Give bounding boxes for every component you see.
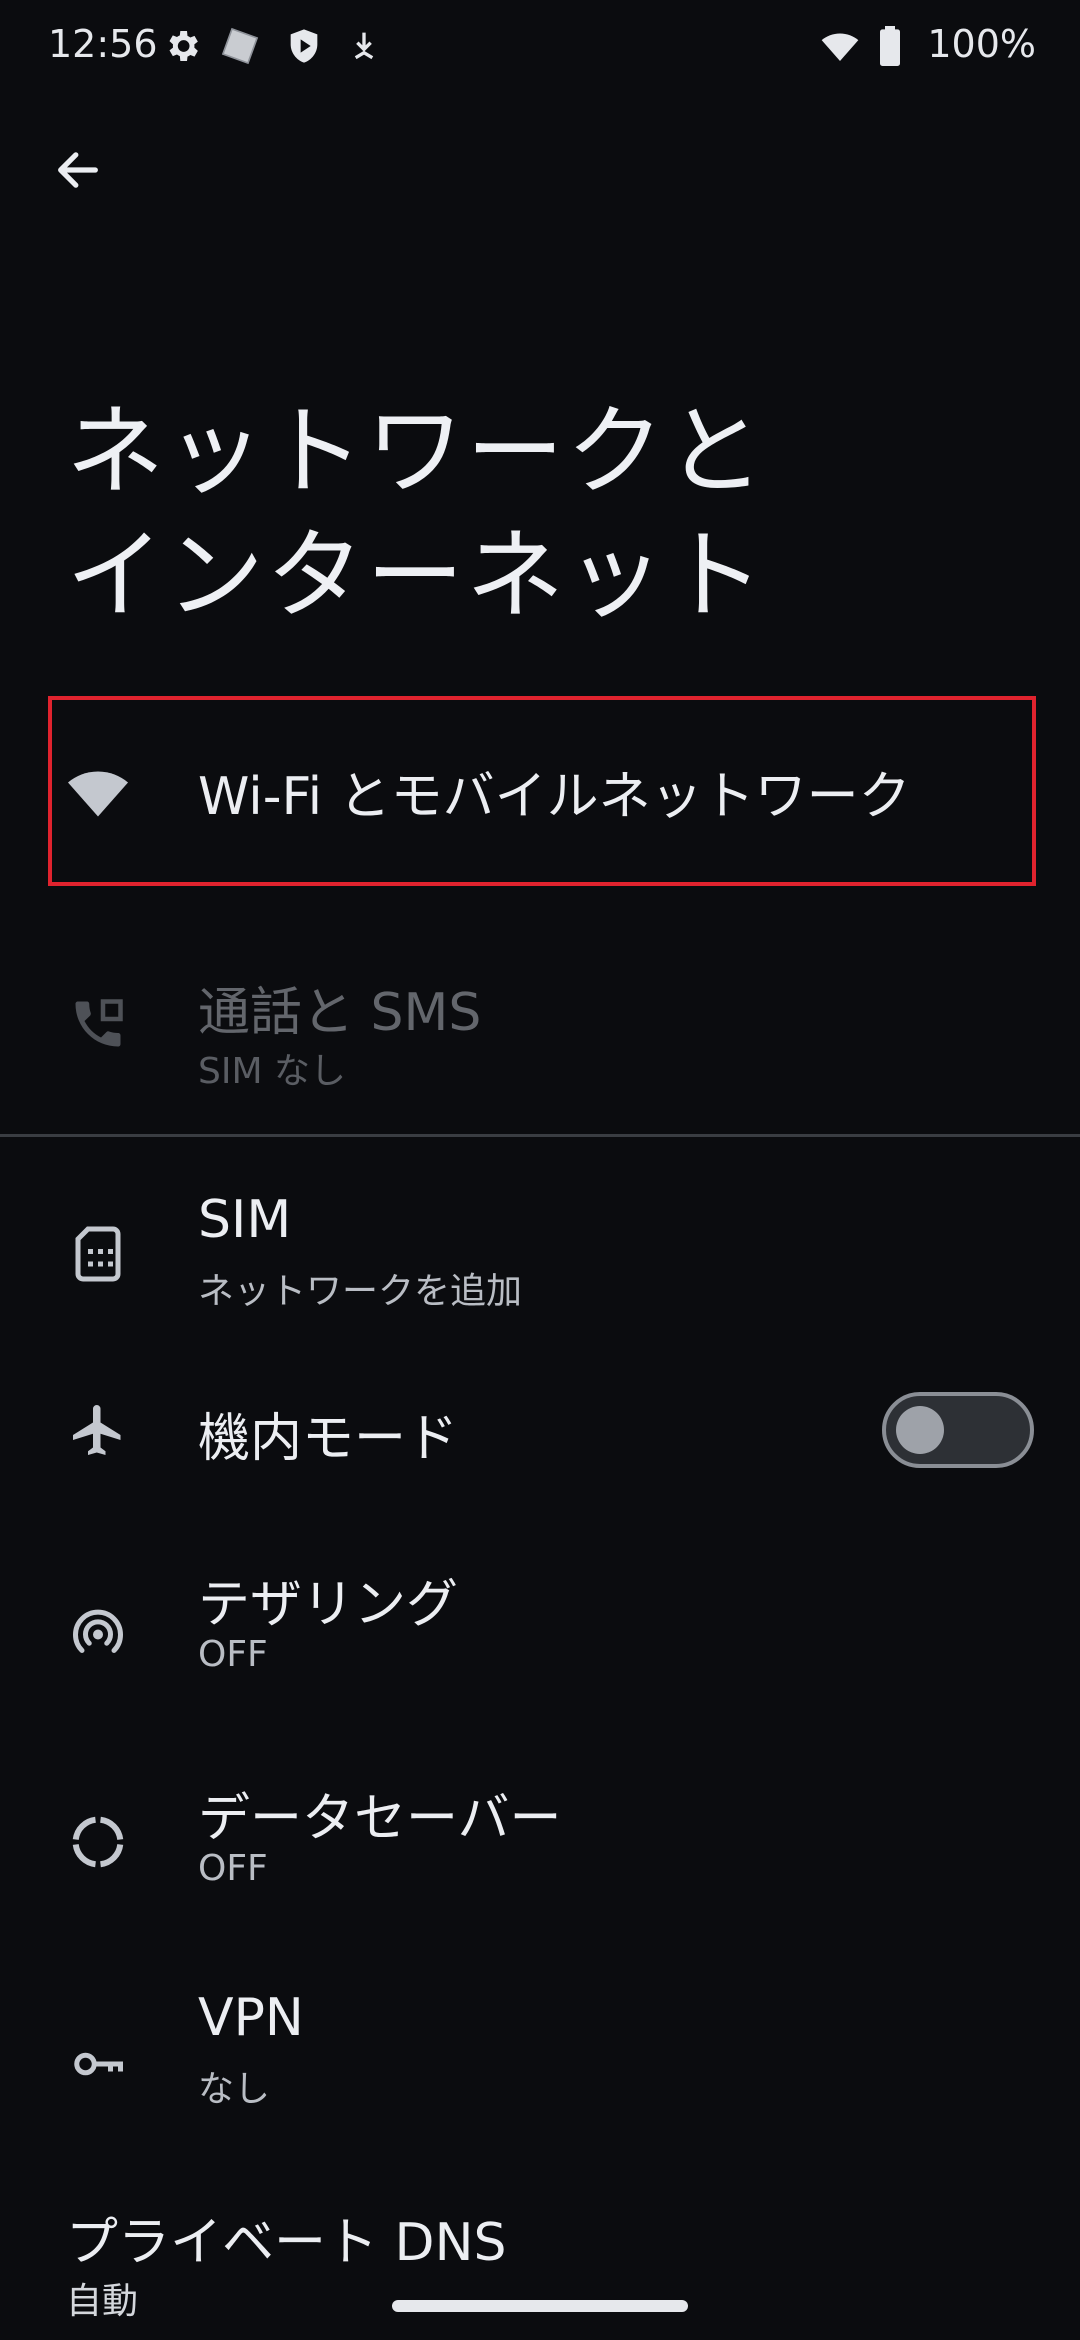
- gesture-nav-handle[interactable]: [392, 2300, 688, 2312]
- page-title-line1: ネットワークと: [66, 395, 767, 509]
- vpn-key-icon: [64, 2030, 132, 2098]
- page-title: ネットワークと インターネット: [66, 390, 1006, 638]
- airplane-mode-label: 機内モード: [198, 1409, 459, 1469]
- hotspot-icon: [64, 1598, 132, 1666]
- list-item-tethering[interactable]: テザリング OFF: [0, 1540, 1080, 1710]
- download-icon: [344, 26, 384, 66]
- list-item-private-dns[interactable]: プライベート DNS 自動: [0, 2200, 1080, 2340]
- sim-label: SIM: [198, 1190, 292, 1250]
- arrow-back-icon: [52, 144, 104, 200]
- private-dns-label: プライベート DNS: [66, 2213, 507, 2273]
- calls-sms-label: 通話と SMS: [198, 983, 482, 1043]
- sim-status: ネットワークを追加: [198, 1271, 523, 1312]
- wifi-icon: [818, 26, 859, 66]
- screenshot-icon: [220, 26, 260, 66]
- call-icon: [64, 990, 132, 1058]
- page-title-line2: インターネット: [66, 519, 767, 633]
- airplane-mode-toggle[interactable]: [882, 1392, 1034, 1468]
- toggle-knob: [896, 1406, 944, 1454]
- wifi-mobile-network-label: Wi-Fi とモバイルネットワーク: [198, 767, 911, 827]
- list-item-wifi-mobile-network[interactable]: Wi-Fi とモバイルネットワーク: [0, 700, 1080, 884]
- data-saver-label: データセーバー: [198, 1789, 562, 1849]
- tethering-status: OFF: [198, 1634, 268, 1675]
- airplane-icon: [64, 1396, 132, 1464]
- battery-percent: 100%: [927, 22, 1036, 66]
- divider: [0, 1134, 1080, 1137]
- sim-card-icon: [64, 1220, 132, 1288]
- data-saver-status: OFF: [198, 1848, 268, 1889]
- list-item-calls-sms[interactable]: 通話と SMS SIM なし: [0, 940, 1080, 1100]
- list-item-data-saver[interactable]: データセーバー OFF: [0, 1756, 1080, 1926]
- gear-icon: [162, 26, 202, 66]
- battery-icon: [876, 26, 916, 66]
- back-button[interactable]: [40, 134, 116, 210]
- vpn-label: VPN: [198, 1988, 304, 2048]
- list-item-sim[interactable]: SIM ネットワークを追加: [0, 1170, 1080, 1340]
- shield-play-icon: [284, 26, 324, 66]
- vpn-status: なし: [198, 2069, 271, 2110]
- wifi-icon: [64, 758, 132, 826]
- calls-sms-status: SIM なし: [198, 1051, 346, 1092]
- data-saver-icon: [64, 1808, 132, 1876]
- status-time: 12:56: [48, 22, 158, 66]
- tethering-label: テザリング: [198, 1575, 459, 1635]
- private-dns-status: 自動: [66, 2281, 139, 2322]
- status-bar: 12:56 100%: [0, 0, 1080, 100]
- list-item-vpn[interactable]: VPN なし: [0, 1988, 1080, 2158]
